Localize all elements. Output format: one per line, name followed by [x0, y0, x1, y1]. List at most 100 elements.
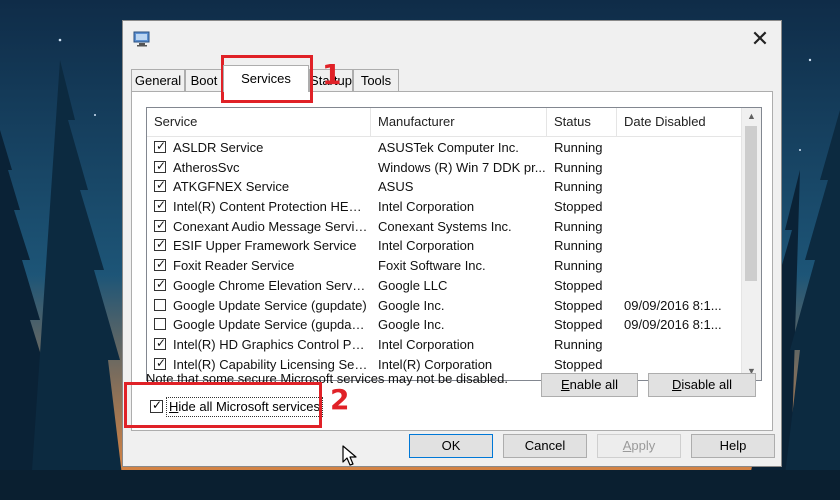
- service-checkbox[interactable]: ✓: [154, 178, 167, 193]
- column-header-service[interactable]: Service: [147, 108, 371, 136]
- vertical-scrollbar[interactable]: ▲ ▼: [741, 108, 761, 380]
- service-checkbox[interactable]: ✓: [154, 217, 167, 232]
- checkmark-icon: ✓: [156, 178, 167, 193]
- mouse-cursor-icon: [342, 445, 357, 466]
- disable-all-label: isable all: [681, 377, 732, 392]
- tab-general[interactable]: General: [131, 69, 185, 91]
- service-name: Conexant Audio Message Service: [173, 218, 368, 234]
- service-date-disabled: [624, 138, 734, 158]
- checkmark-icon: ✓: [156, 139, 167, 153]
- service-manufacturer: ASUSTek Computer Inc.: [378, 140, 519, 155]
- service-manufacturer: Intel Corporation: [378, 336, 475, 352]
- help-button[interactable]: Help: [691, 434, 775, 458]
- ok-button[interactable]: OK: [409, 434, 493, 458]
- checkmark-icon: ✓: [156, 355, 167, 370]
- service-name: Intel(R) HD Graphics Control Pa...: [173, 336, 368, 352]
- disable-all-mnemonic: D: [672, 377, 682, 392]
- table-row[interactable]: Google Update Service (gupdatem) Google I…: [147, 315, 743, 335]
- service-status: Stopped: [554, 199, 603, 215]
- table-row[interactable]: Google Update Service (gupdate) Google In…: [147, 296, 743, 316]
- service-manufacturer: Google LLC: [378, 277, 448, 293]
- table-row[interactable]: ✓ ASLDR Service ASUSTek Computer Inc. Runni…: [147, 138, 743, 158]
- table-row[interactable]: ✓ ESIF Upper Framework Service Intel Corpo…: [147, 236, 743, 256]
- service-status: Stopped: [554, 356, 603, 372]
- service-manufacturer: Foxit Software Inc.: [378, 258, 486, 274]
- table-row[interactable]: ✓ AtherosSvc Windows (R) Win 7 DDK pr... Ru…: [147, 158, 743, 178]
- service-checkbox[interactable]: ✓: [154, 336, 166, 350]
- service-name: ASLDR Service: [173, 140, 264, 155]
- service-status: Running: [554, 218, 603, 234]
- annotation-number-2: 2: [330, 383, 350, 416]
- service-checkbox[interactable]: [154, 318, 166, 331]
- service-name: Google Chrome Elevation Service: [173, 277, 368, 293]
- service-manufacturer: Intel Corporation: [378, 199, 475, 215]
- close-button[interactable]: ✕: [745, 25, 775, 53]
- tab-services[interactable]: Services: [223, 65, 309, 92]
- column-header-status[interactable]: Status: [547, 108, 617, 136]
- service-checkbox[interactable]: ✓: [154, 355, 167, 370]
- service-date-disabled: [624, 158, 734, 178]
- checkmark-icon: ✓: [156, 158, 167, 173]
- scrollbar-thumb[interactable]: [745, 126, 757, 281]
- disable-all-button[interactable]: Disable all: [648, 373, 756, 397]
- service-checkbox[interactable]: ✓: [154, 257, 167, 272]
- enable-all-button[interactable]: Enable all: [541, 373, 638, 397]
- service-name: Google Update Service (gupdatem): [173, 317, 368, 333]
- tab-boot[interactable]: Boot: [185, 69, 223, 91]
- service-status: Stopped: [554, 277, 603, 293]
- service-date-disabled: [624, 256, 734, 276]
- system-configuration-app-icon: [133, 31, 150, 47]
- table-row[interactable]: ✓ Foxit Reader Service Foxit Software Inc.…: [147, 256, 743, 276]
- service-name: ATKGFNEX Service: [173, 179, 290, 195]
- services-list-rows: ✓ ASLDR Service ASUSTek Computer Inc. Runni…: [147, 138, 743, 374]
- service-checkbox[interactable]: ✓: [154, 276, 167, 291]
- service-status: Running: [554, 238, 603, 254]
- column-header-date-disabled[interactable]: Date Disabled: [617, 108, 743, 136]
- services-tab-panel: Service Manufacturer Status Date Disable…: [131, 91, 773, 431]
- service-manufacturer: ASUS: [378, 179, 414, 195]
- service-manufacturer: Google Inc.: [378, 297, 445, 313]
- column-header-manufacturer[interactable]: Manufacturer: [371, 108, 547, 136]
- checkmark-icon: ✓: [156, 237, 167, 252]
- service-date-disabled: [624, 355, 734, 375]
- service-name: Intel(R) Content Protection HEC...: [173, 199, 368, 215]
- service-name: Google Update Service (gupdate): [173, 297, 367, 313]
- service-status: Running: [554, 140, 603, 155]
- service-date-disabled: [624, 335, 734, 355]
- service-status: Stopped: [554, 297, 603, 313]
- service-name: ESIF Upper Framework Service: [173, 238, 357, 254]
- annotation-number-1: 1: [322, 58, 342, 91]
- service-manufacturer: Intel Corporation: [378, 238, 475, 254]
- enable-all-label: nable all: [569, 377, 619, 392]
- service-status: Running: [554, 258, 603, 274]
- table-row[interactable]: ✓ Intel(R) Content Protection HEC... Intel…: [147, 197, 743, 217]
- service-manufacturer: Conexant Systems Inc.: [378, 218, 512, 234]
- tab-tools[interactable]: Tools: [353, 69, 399, 91]
- service-checkbox[interactable]: [154, 298, 166, 311]
- checkmark-icon: ✓: [156, 198, 167, 213]
- table-row[interactable]: ✓ Conexant Audio Message Service Conexant …: [147, 217, 743, 237]
- checkmark-icon: ✓: [156, 257, 167, 272]
- table-row[interactable]: ✓ Google Chrome Elevation Service Google L…: [147, 276, 743, 296]
- service-status: Running: [554, 336, 603, 352]
- service-name: Foxit Reader Service: [173, 258, 295, 274]
- cancel-button[interactable]: Cancel: [503, 434, 587, 458]
- table-row[interactable]: ✓ ATKGFNEX Service ASUS Running: [147, 177, 743, 197]
- apply-label: pply: [631, 438, 656, 453]
- checkmark-icon: ✓: [156, 217, 167, 232]
- annotation-box-hide-microsoft: [124, 382, 322, 428]
- scroll-up-arrow-icon[interactable]: ▲: [742, 108, 761, 125]
- service-status: Running: [554, 179, 603, 195]
- service-checkbox[interactable]: ✓: [154, 198, 167, 213]
- service-checkbox[interactable]: ✓: [154, 237, 167, 252]
- service-date-disabled: [624, 197, 734, 217]
- service-manufacturer: Windows (R) Win 7 DDK pr...: [378, 159, 546, 175]
- service-status: Stopped: [554, 317, 603, 333]
- checkmark-icon: ✓: [156, 276, 167, 291]
- table-row[interactable]: ✓ Intel(R) HD Graphics Control Pa... Intel…: [147, 335, 743, 355]
- apply-button[interactable]: Apply: [597, 434, 681, 458]
- service-checkbox[interactable]: ✓: [154, 158, 167, 173]
- services-list[interactable]: Service Manufacturer Status Date Disable…: [146, 107, 762, 381]
- service-date-disabled: 09/09/2016 8:1...: [624, 297, 722, 313]
- service-checkbox[interactable]: ✓: [154, 139, 167, 153]
